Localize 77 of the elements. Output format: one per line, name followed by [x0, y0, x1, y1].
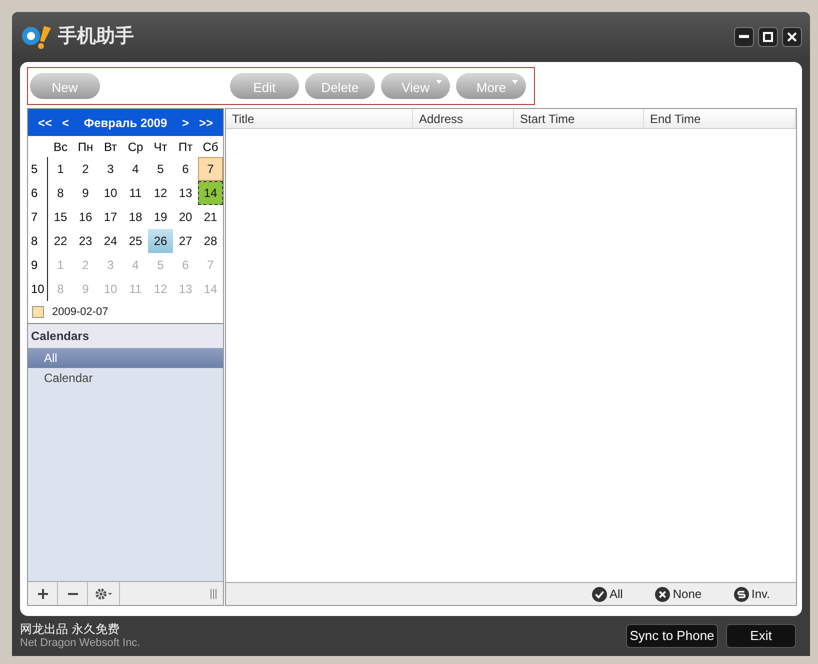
week-number: 10: [28, 277, 48, 301]
month-nav-button[interactable]: >>: [198, 114, 213, 132]
calendar-day[interactable]: 20: [173, 205, 198, 229]
filter-button[interactable]: Inv.: [734, 585, 770, 603]
week-number: 8: [28, 229, 48, 253]
caret-icon: [512, 80, 518, 84]
column-header[interactable]: Title: [226, 109, 413, 128]
calendar-day[interactable]: 26: [148, 229, 173, 253]
window-title: 手机助手: [58, 24, 134, 49]
maximize-button[interactable]: [758, 27, 778, 47]
footer-slogan: 网龙出品 永久免费: [20, 622, 120, 637]
calendar-day[interactable]: 8: [48, 181, 73, 205]
caret-icon: [436, 80, 442, 84]
weekday-label: Ср: [126, 138, 144, 156]
calendar-day[interactable]: 5: [148, 157, 173, 181]
logo-icon: [20, 24, 54, 50]
legend-swatch: [32, 306, 44, 318]
calendar-day[interactable]: 24: [98, 229, 123, 253]
month-nav-button[interactable]: >: [182, 114, 189, 132]
plus-icon: [38, 588, 48, 598]
calendar-day[interactable]: 28: [198, 229, 223, 253]
calendar-day[interactable]: 27: [173, 229, 198, 253]
column-header[interactable]: End Time: [644, 109, 796, 128]
calendar-day[interactable]: 16: [73, 205, 98, 229]
invert-icon: [734, 586, 749, 602]
calendar-day[interactable]: 1: [48, 157, 73, 181]
weekday-label: Пт: [177, 138, 194, 156]
footer-button[interactable]: Exit: [726, 624, 796, 648]
footer-button[interactable]: Sync to Phone: [626, 624, 718, 648]
calendar-day[interactable]: 22: [48, 229, 73, 253]
weekday-label: Пн: [76, 138, 94, 156]
legend-date: 2009-02-07: [52, 304, 108, 320]
calendar-day[interactable]: 14: [198, 181, 223, 205]
calendar-day[interactable]: 10: [98, 181, 123, 205]
calendar-day[interactable]: 6: [173, 157, 198, 181]
calendar-day[interactable]: 18: [123, 205, 148, 229]
week-number: 6: [28, 181, 48, 205]
calendar-list-item[interactable]: Calendar: [28, 368, 223, 388]
column-header[interactable]: Start Time: [514, 109, 644, 128]
check-icon: [592, 586, 607, 602]
calendar-day[interactable]: 12: [148, 181, 173, 205]
calendar-day[interactable]: 11: [123, 181, 148, 205]
minimize-icon: [739, 35, 749, 39]
calendar-day[interactable]: 7: [198, 157, 223, 181]
column-header[interactable]: Address: [413, 109, 514, 128]
calendars-heading: Calendars: [28, 324, 223, 348]
settings-icon: [94, 588, 112, 600]
close-button[interactable]: [782, 27, 802, 47]
calendar-day[interactable]: 4: [123, 157, 148, 181]
weekday-label: Вс: [52, 138, 68, 156]
weekday-label: Чт: [152, 138, 168, 156]
calendar-day[interactable]: 15: [48, 205, 73, 229]
cross-icon: [654, 586, 670, 602]
month-nav-button[interactable]: <<: [38, 114, 52, 132]
calendar-day[interactable]: 13: [173, 181, 198, 205]
calendar-day[interactable]: 21: [198, 205, 223, 229]
calendar-day[interactable]: 23: [73, 229, 98, 253]
resize-grip-icon[interactable]: [210, 588, 217, 598]
calendar-day[interactable]: 3: [98, 157, 123, 181]
calendar-day[interactable]: 19: [148, 205, 173, 229]
week-number: 7: [28, 205, 48, 229]
calendar-day[interactable]: 2: [73, 157, 98, 181]
calendar-day[interactable]: 17: [98, 205, 123, 229]
weekday-label: Сб: [202, 138, 220, 156]
week-number: 9: [28, 253, 48, 277]
footer-company: Net Dragon Websoft Inc.: [20, 637, 140, 650]
maximize-icon: [763, 32, 773, 42]
month-nav-button[interactable]: <: [62, 114, 70, 132]
filter-button[interactable]: None: [654, 585, 702, 603]
calendar-day[interactable]: 25: [123, 229, 148, 253]
month-label: Февраль 2009: [84, 114, 168, 132]
week-number: 5: [28, 157, 48, 181]
filter-button[interactable]: All: [592, 585, 623, 603]
close-icon: [787, 32, 797, 42]
calendar-day[interactable]: 9: [73, 181, 98, 205]
weekday-label: Вт: [102, 138, 118, 156]
minimize-button[interactable]: [734, 27, 754, 47]
